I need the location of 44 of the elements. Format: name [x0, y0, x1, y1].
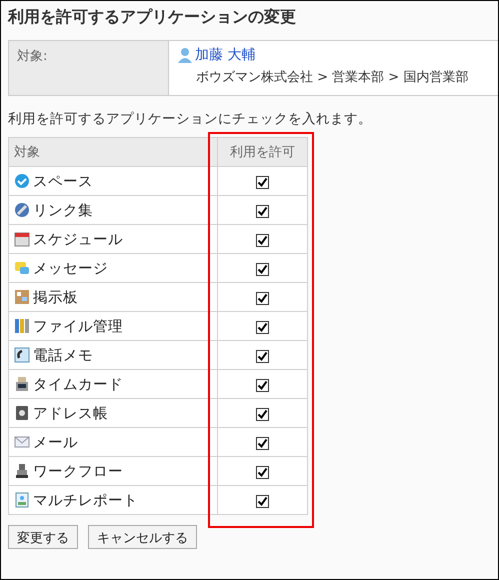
- report-icon: [14, 492, 30, 508]
- instruction-text: 利用を許可するアプリケーションにチェックを入れます。: [8, 110, 373, 128]
- permission-checkbox[interactable]: [256, 466, 269, 479]
- user-icon: [177, 47, 193, 63]
- target-label: 対象:: [9, 41, 169, 95]
- permission-checkbox[interactable]: [256, 262, 269, 276]
- permission-checkbox[interactable]: [256, 408, 269, 421]
- stamp-icon: [14, 463, 30, 479]
- save-button[interactable]: 変更する: [8, 525, 78, 549]
- permission-checkbox[interactable]: [256, 378, 269, 392]
- envelope-icon: [14, 434, 30, 450]
- app-name: 掲示板: [33, 288, 78, 306]
- permission-checkbox[interactable]: [256, 320, 269, 334]
- time-card-icon: [14, 376, 30, 392]
- app-name: リンク集: [33, 202, 93, 220]
- app-name: タイムカード: [33, 376, 123, 394]
- permission-checkbox[interactable]: [256, 436, 269, 450]
- permission-checkbox[interactable]: [256, 292, 269, 305]
- app-name: メッセージ: [33, 260, 108, 278]
- calendar-icon: [14, 231, 30, 247]
- binders-icon: [14, 318, 30, 334]
- check-bubble-icon: [14, 173, 30, 189]
- bulletin-board-icon: [14, 289, 30, 305]
- app-name: メール: [33, 434, 78, 452]
- column-header: 対象: [8, 138, 218, 166]
- permission-checkbox[interactable]: [256, 494, 269, 508]
- permission-checkbox[interactable]: [256, 350, 269, 363]
- app-name: マルチレポート: [33, 492, 138, 510]
- phone-note-icon: [14, 347, 30, 363]
- app-name: ワークフロー: [33, 462, 123, 480]
- user-link[interactable]: 加藤 大輔: [177, 46, 256, 64]
- permission-checkbox[interactable]: [256, 234, 269, 247]
- organization-path: ボウズマン株式会社 > 営業本部 > 国内営業部: [195, 69, 470, 86]
- permission-checkbox[interactable]: [256, 176, 269, 189]
- app-name: アドレス帳: [33, 404, 108, 422]
- column-header: 利用を許可: [218, 138, 308, 166]
- app-name: スペース: [33, 172, 93, 190]
- app-name: ファイル管理: [33, 318, 123, 336]
- permission-checkbox[interactable]: [256, 204, 269, 218]
- page-title: 利用を許可するアプリケーションの変更: [8, 7, 297, 28]
- app-name: スケジュール: [33, 230, 123, 248]
- speech-bubbles-icon: [14, 260, 30, 276]
- app-name: 電話メモ: [33, 346, 93, 364]
- cancel-button[interactable]: キャンセルする: [88, 525, 197, 549]
